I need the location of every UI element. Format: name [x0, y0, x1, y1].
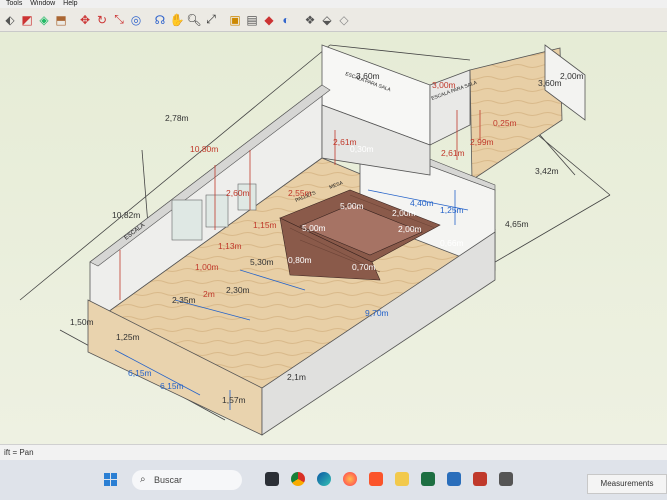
paint-icon[interactable]: ◈ [36, 12, 52, 28]
dim-label: 5,00m [340, 201, 364, 211]
status-hint: ift = Pan [4, 448, 34, 457]
measurements-label: Measurements [600, 479, 654, 488]
dim-label: 10,80m [190, 144, 218, 154]
windows-taskbar: ⌕ Buscar [0, 460, 667, 500]
model-drawing: 3,60m 3,00m 2,00m 3,60m 2,78m 10,80m 2,6… [19, 44, 611, 436]
firefox-icon[interactable] [343, 472, 357, 486]
menu-window[interactable]: Window [30, 0, 55, 7]
dim-label: 0,70m [352, 262, 376, 272]
dim-label: 2,60m [226, 188, 250, 198]
dim-label: 2,1m [287, 372, 306, 382]
dim-label: 1,25m [440, 205, 464, 215]
select-icon[interactable]: ⬖ [2, 12, 18, 28]
dim-label: 2,30m [226, 285, 250, 295]
folder-icon[interactable] [395, 472, 409, 486]
excel-icon[interactable] [421, 472, 435, 486]
dim-label: 0,66m [440, 238, 464, 248]
dim-label: 10,82m [112, 210, 140, 220]
dim-label: 1,13m [218, 241, 242, 251]
dim-label: 1,50m [70, 317, 94, 327]
dim-label: 0,30m [350, 144, 374, 154]
dim-label: 6,15m [160, 381, 184, 391]
extension-icon[interactable]: ❖ [302, 12, 318, 28]
export-icon[interactable]: ◇ [336, 12, 352, 28]
dim-label: 5,00m [302, 223, 326, 233]
windows-start-icon[interactable] [104, 473, 118, 487]
dim-label: 2,00m [392, 208, 416, 218]
dim-label: 0,80m [288, 255, 312, 265]
scale-icon[interactable]: ⤡ [111, 12, 127, 28]
dim-label: 6,15m [128, 368, 152, 378]
dim-label: 2,00m [560, 71, 584, 81]
dim-label: 4,40m [410, 198, 434, 208]
dim-label: 1,00m [195, 262, 219, 272]
styles-icon[interactable]: ◐ [278, 12, 294, 28]
scene-icon[interactable]: ⬙ [319, 12, 335, 28]
dim-label: 1,25m [116, 332, 140, 342]
menu-help[interactable]: Help [63, 0, 77, 7]
eraser-icon[interactable]: ◩ [19, 12, 35, 28]
dim-label: 3,42m [535, 166, 559, 176]
search-icon: ⌕ [140, 474, 146, 485]
warehouse-icon[interactable]: ▣ [227, 12, 243, 28]
layer-icon[interactable]: ◆ [261, 12, 277, 28]
sketchup-icon[interactable] [473, 472, 487, 486]
edge-icon[interactable] [317, 472, 331, 486]
offset-icon[interactable]: ◎ [128, 12, 144, 28]
file-explorer-icon[interactable] [265, 472, 279, 486]
menu-tools[interactable]: Tools [6, 0, 22, 7]
dim-label: 2,61m [441, 148, 465, 158]
measurements-box[interactable]: Measurements [587, 474, 667, 494]
app-icon[interactable] [499, 472, 513, 486]
dim-label: 2,00m [398, 224, 422, 234]
push-pull-icon[interactable]: ⬒ [53, 12, 69, 28]
pan-icon[interactable]: ✋ [169, 12, 185, 28]
status-bar: ift = Pan [0, 444, 667, 461]
dim-label: 2,99m [470, 137, 494, 147]
zoom-icon[interactable]: 🔍︎ [186, 12, 202, 28]
dim-label: 9,70m [365, 308, 389, 318]
dim-label: 4,65m [505, 219, 529, 229]
brave-icon[interactable] [369, 472, 383, 486]
dim-label: 1,15m [253, 220, 277, 230]
dim-label: 1,57m [222, 395, 246, 405]
component-icon[interactable]: ▤ [244, 12, 260, 28]
chrome-icon[interactable] [291, 472, 305, 486]
rotate-icon[interactable]: ↻ [94, 12, 110, 28]
menu-bar: Tools Window Help [0, 0, 667, 8]
orbit-icon[interactable]: ☊ [152, 12, 168, 28]
dim-label: 2,78m [165, 113, 189, 123]
model-viewport[interactable]: 3,60m 3,00m 2,00m 3,60m 2,78m 10,80m 2,6… [0, 32, 667, 444]
app-icon[interactable] [447, 472, 461, 486]
move-icon[interactable]: ✥ [77, 12, 93, 28]
dim-label: 2,35m [172, 295, 196, 305]
dim-label: 3,60m [538, 78, 562, 88]
search-placeholder: Buscar [154, 475, 183, 485]
toolbar: ⬖ ◩ ◈ ⬒ ✥ ↻ ⤡ ◎ ☊ ✋ 🔍︎ ⤢ ▣ ▤ ◆ ◐ ❖ ⬙ ◇ [0, 8, 667, 32]
sketchup-window: Tools Window Help ⬖ ◩ ◈ ⬒ ✥ ↻ ⤡ ◎ ☊ ✋ 🔍︎… [0, 0, 667, 500]
taskbar-search[interactable]: ⌕ Buscar [132, 470, 242, 490]
dim-label: 0,25m [493, 118, 517, 128]
zoom-extents-icon[interactable]: ⤢ [203, 12, 219, 28]
dim-label: 5,30m [250, 257, 274, 267]
dim-label: 2m [203, 289, 215, 299]
